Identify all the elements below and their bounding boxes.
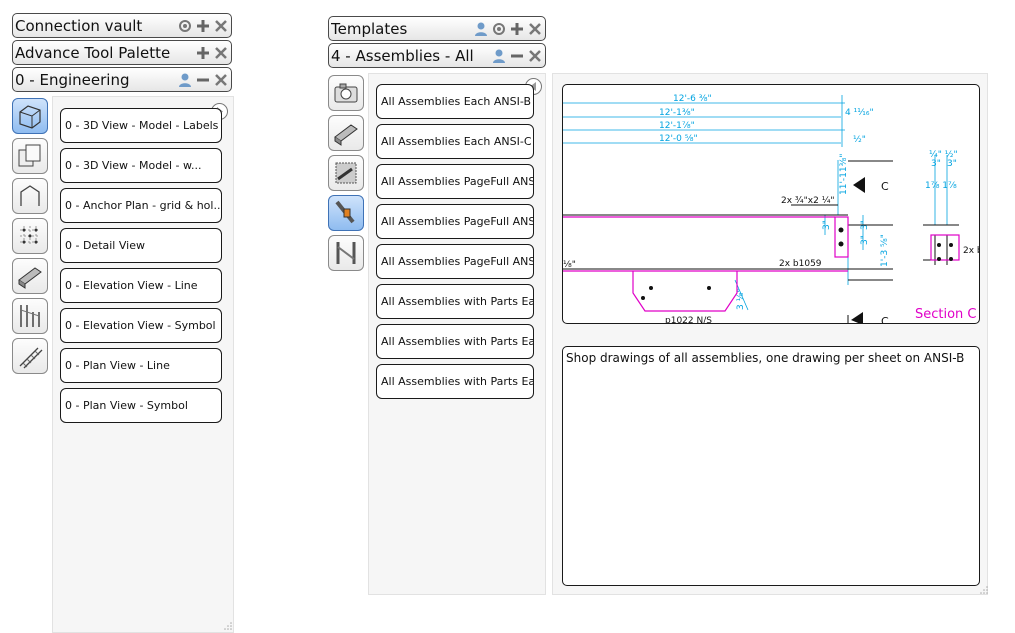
- elevation-tool-icon[interactable]: [12, 298, 48, 334]
- dimension-text: 1⅞ 1⅞: [925, 181, 957, 191]
- camera-tool-icon[interactable]: [328, 75, 364, 111]
- list-item[interactable]: 0 - 3D View - Model - Labels: [60, 108, 222, 143]
- panel-title: Connection vault: [15, 16, 143, 35]
- part-label: p1022 N/S: [665, 316, 712, 324]
- section-label: C: [881, 180, 889, 193]
- dimension-text: 12'-0 ⅝": [659, 134, 698, 144]
- list-item[interactable]: 0 - Plan View - Line: [60, 348, 222, 383]
- bolt-label: 2x b1059: [779, 259, 822, 269]
- dimension-text: ⅛": [563, 260, 576, 270]
- 3d-view-tool-icon[interactable]: [12, 98, 48, 134]
- panel-title: 0 - Engineering: [15, 70, 130, 89]
- list-item[interactable]: All Assemblies PageFull ANSI-D: [376, 204, 534, 239]
- dimension-text: 12'-6 ⅜": [673, 94, 712, 104]
- frame-tool-icon[interactable]: [328, 235, 364, 271]
- panel-header-templates[interactable]: Templates: [328, 16, 546, 41]
- minus-icon[interactable]: [195, 72, 211, 88]
- list-item[interactable]: 0 - Plan View - Symbol: [60, 388, 222, 423]
- close-icon[interactable]: [527, 48, 543, 64]
- beam-tool-icon[interactable]: [12, 258, 48, 294]
- dimension-text: 12'-1⅜": [659, 108, 695, 118]
- panel-header-assemblies-all[interactable]: 4 - Assemblies - All: [328, 43, 546, 68]
- panel-title: 4 - Assemblies - All: [331, 46, 474, 65]
- dimension-text: 3": [931, 159, 941, 169]
- gear-icon[interactable]: [491, 21, 507, 37]
- right-tool-rail: [326, 73, 366, 273]
- list-item[interactable]: 0 - Elevation View - Symbol: [60, 308, 222, 343]
- resize-grip-icon[interactable]: [224, 622, 232, 630]
- dimension-text: ½": [853, 135, 866, 145]
- list-item[interactable]: 0 - Anchor Plan - grid & hol...: [60, 188, 222, 223]
- section-arrow-icon: [851, 312, 863, 323]
- section-title: Section C: [915, 307, 977, 322]
- grid-tool-icon[interactable]: [12, 218, 48, 254]
- panel-header-advance-tool-palette[interactable]: Advance Tool Palette: [12, 40, 232, 65]
- close-icon[interactable]: [213, 18, 229, 34]
- close-icon[interactable]: [213, 72, 229, 88]
- dimension-text: 12'-1⅞": [659, 121, 695, 131]
- user-icon[interactable]: [177, 72, 193, 88]
- views-tool-icon[interactable]: [12, 138, 48, 174]
- bolt-label: 2x b: [963, 246, 980, 256]
- section-label: C: [881, 315, 889, 324]
- plus-icon[interactable]: [509, 21, 525, 37]
- plus-icon[interactable]: [195, 45, 211, 61]
- list-item[interactable]: All Assemblies PageFull ANSI-C: [376, 164, 534, 199]
- list-item[interactable]: 0 - Detail View: [60, 228, 222, 263]
- resize-grip-icon[interactable]: [980, 586, 988, 594]
- list-item[interactable]: All Assemblies with Parts Ea...: [376, 284, 534, 319]
- gear-icon[interactable]: [177, 18, 193, 34]
- dimension-text: 3": [822, 220, 832, 230]
- panel-title: Templates: [331, 19, 408, 38]
- section-arrow-icon: [853, 177, 865, 193]
- close-icon[interactable]: [527, 21, 543, 37]
- dimension-text: 1'-3 ⅝": [880, 234, 890, 267]
- user-icon[interactable]: [473, 21, 489, 37]
- bolt-label: 2x ¾"x2 ¼": [781, 196, 835, 206]
- assembly-tool-icon[interactable]: [328, 195, 364, 231]
- list-item[interactable]: All Assemblies PageFull ANSI-E: [376, 244, 534, 279]
- list-item[interactable]: All Assemblies with Parts Ea...: [376, 364, 534, 399]
- dimension-text: 3": [860, 235, 870, 245]
- stair-tool-icon[interactable]: [12, 338, 48, 374]
- drawing-preview: 12'-6 ⅜" 12'-1⅜" 12'-1⅞" 12'-0 ⅝" 4 ¹¹⁄₁…: [562, 84, 980, 324]
- dimension-text: 3": [947, 159, 957, 169]
- user-icon[interactable]: [491, 48, 507, 64]
- close-icon[interactable]: [213, 45, 229, 61]
- panel-header-engineering[interactable]: 0 - Engineering: [12, 67, 232, 92]
- plate-tool-icon[interactable]: [328, 155, 364, 191]
- anchor-plan-tool-icon[interactable]: [12, 178, 48, 214]
- beam-tool-icon[interactable]: [328, 115, 364, 151]
- template-description: Shop drawings of all assemblies, one dra…: [562, 346, 980, 586]
- dimension-text: 11'-11⅜": [839, 154, 849, 196]
- list-item[interactable]: 0 - Elevation View - Line: [60, 268, 222, 303]
- list-item[interactable]: All Assemblies Each ANSI-C: [376, 124, 534, 159]
- dimension-text: 4 ¹¹⁄₁₆": [845, 108, 874, 118]
- list-item[interactable]: All Assemblies Each ANSI-B: [376, 84, 534, 119]
- minus-icon[interactable]: [509, 48, 525, 64]
- panel-title: Advance Tool Palette: [15, 43, 171, 62]
- plus-icon[interactable]: [195, 18, 211, 34]
- panel-header-connection-vault[interactable]: Connection vault: [12, 13, 232, 38]
- left-tool-rail: [10, 96, 52, 386]
- list-item[interactable]: All Assemblies with Parts Ea...: [376, 324, 534, 359]
- list-item[interactable]: 0 - 3D View - Model - w...: [60, 148, 222, 183]
